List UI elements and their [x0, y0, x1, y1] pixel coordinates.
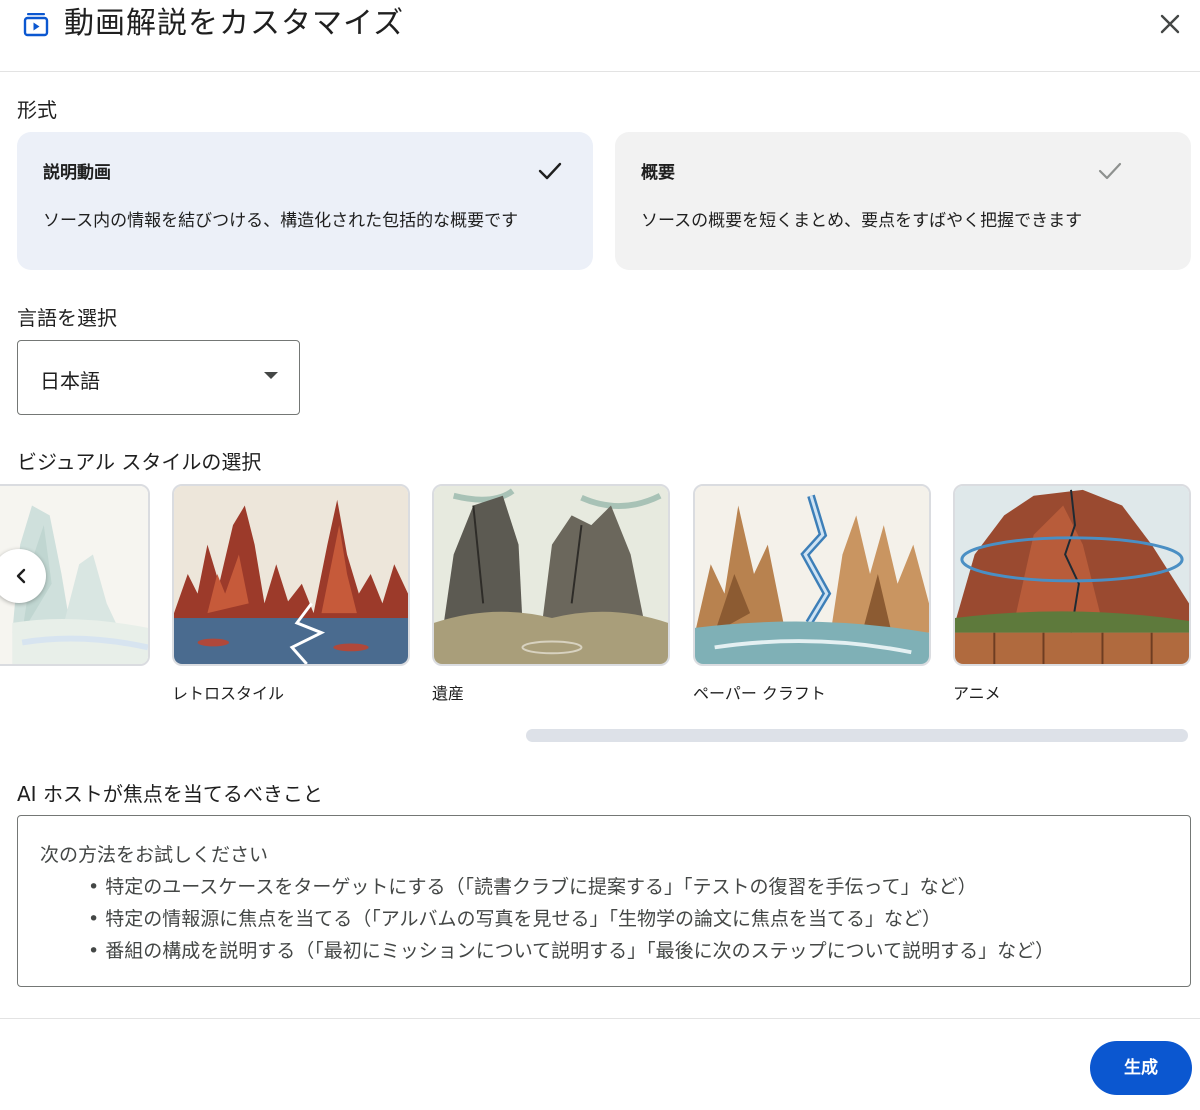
video-icon — [23, 13, 49, 37]
visual-style-label: ビジュアル スタイルの選択 — [17, 450, 262, 474]
visual-style-carousel: レトロスタイル 遺産 ペーパー クラフト アニメ — [0, 484, 1200, 714]
style-label: 遺産 — [432, 684, 465, 703]
format-option-title: 概要 — [641, 163, 675, 183]
retro-mountains-image — [174, 486, 408, 664]
chevron-left-icon — [16, 568, 26, 584]
language-label: 言語を選択 — [17, 306, 117, 330]
style-label: アニメ — [953, 684, 1001, 703]
format-option-description: ソース内の情報を結びつける、構造化された包括的な概要です — [43, 211, 519, 231]
format-option-title: 説明動画 — [43, 163, 111, 183]
format-label: 形式 — [17, 98, 57, 122]
footer-divider — [0, 1018, 1200, 1019]
check-icon — [1098, 162, 1122, 180]
language-select[interactable]: 日本語 — [17, 340, 300, 415]
dialog-header: 動画解説をカスタマイズ — [0, 0, 1200, 72]
style-thumbnail-anime[interactable] — [953, 484, 1191, 666]
style-thumbnail-heritage[interactable] — [432, 484, 670, 666]
generate-button[interactable]: 生成 — [1090, 1041, 1192, 1095]
focus-hint-title: 次の方法をお試しください — [40, 844, 269, 866]
dropdown-arrow-icon — [264, 372, 278, 379]
dialog-title: 動画解説をカスタマイズ — [64, 6, 405, 41]
format-option-description: ソースの概要を短くまとめ、要点をすばやく把握できます — [641, 211, 1083, 231]
style-thumbnail-retro[interactable] — [172, 484, 410, 666]
style-label: ペーパー クラフト — [693, 684, 826, 703]
language-value: 日本語 — [40, 369, 100, 393]
anime-mountain-image — [955, 486, 1189, 664]
carousel-scrollbar[interactable] — [526, 729, 1188, 742]
focus-hint-item: • 特定の情報源に焦点を当てる（「アルバムの写真を見せる」「生物学の論文に焦点を… — [88, 908, 942, 930]
focus-input[interactable]: 次の方法をお試しください • 特定のユースケースをターゲットにする（「読書クラブ… — [17, 815, 1191, 987]
style-thumbnail-paper-craft[interactable] — [693, 484, 931, 666]
format-option-explainer[interactable]: 説明動画 ソース内の情報を結びつける、構造化された包括的な概要です — [17, 132, 593, 270]
customize-video-dialog: 動画解説をカスタマイズ 形式 説明動画 ソース内の情報を結びつける、構造化された… — [0, 0, 1200, 1110]
focus-label: AI ホストが焦点を当てるべきこと — [17, 782, 323, 806]
close-icon[interactable] — [1154, 8, 1186, 40]
check-icon — [538, 162, 562, 180]
paper-craft-mountains-image — [695, 486, 929, 664]
style-label: レトロスタイル — [172, 684, 285, 703]
heritage-mountains-image — [434, 486, 668, 664]
focus-hint-item: • 特定のユースケースをターゲットにする（「読書クラブに提案する」「テストの復習… — [88, 876, 977, 898]
focus-hint-item: • 番組の構成を説明する（「最初にミッションについて説明する」「最後に次のステッ… — [88, 940, 1055, 962]
format-option-summary[interactable]: 概要 ソースの概要を短くまとめ、要点をすばやく把握できます — [615, 132, 1191, 270]
